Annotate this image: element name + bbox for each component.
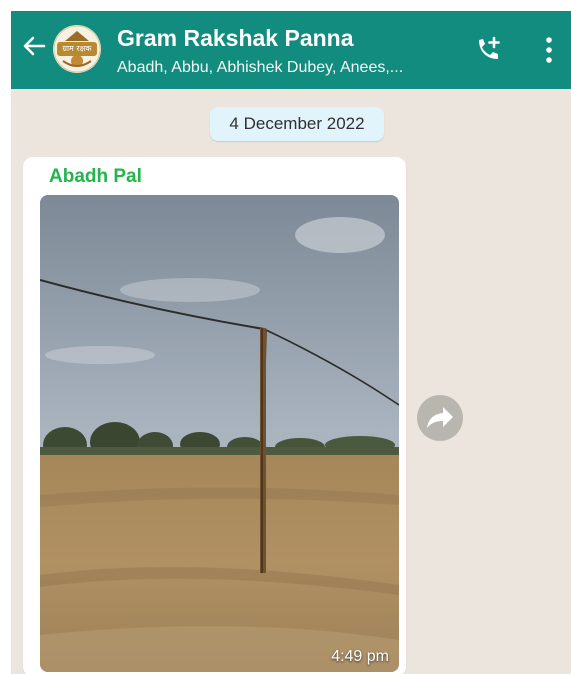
arrow-left-icon — [23, 36, 46, 56]
date-chip: 4 December 2022 — [210, 107, 384, 141]
more-vertical-icon — [546, 37, 552, 63]
field-pole-image — [40, 195, 399, 672]
message-photo[interactable]: 4:49 pm — [40, 195, 399, 672]
message-bubble[interactable]: Abadh Pal 4:49 pm — [23, 157, 406, 674]
more-options-button[interactable] — [539, 33, 559, 67]
forward-button[interactable] — [417, 395, 463, 441]
group-title[interactable]: Gram Rakshak Panna — [117, 25, 354, 52]
chat-screen: ग्राम रक्षक Gram Rakshak Panna Abadh, Ab… — [11, 11, 571, 674]
back-button[interactable] — [21, 33, 47, 59]
group-avatar[interactable]: ग्राम रक्षक — [53, 25, 101, 73]
forward-icon — [427, 407, 453, 428]
group-members[interactable]: Abadh, Abbu, Abhishek Dubey, Anees,... — [117, 59, 457, 77]
add-call-icon — [479, 36, 500, 59]
chat-header: ग्राम रक्षक Gram Rakshak Panna Abadh, Ab… — [11, 11, 571, 89]
message-time: 4:49 pm — [331, 648, 389, 665]
add-call-button[interactable] — [471, 33, 505, 67]
avatar-badge-text: ग्राम रक्षक — [57, 42, 97, 56]
sender-name[interactable]: Abadh Pal — [49, 166, 142, 188]
